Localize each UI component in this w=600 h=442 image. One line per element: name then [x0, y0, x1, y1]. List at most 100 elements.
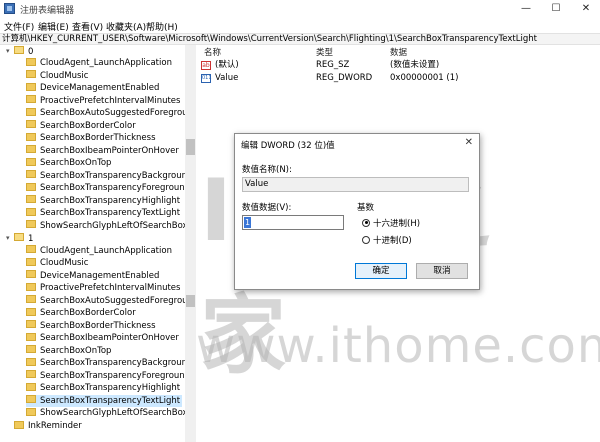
value-data-text: 1 [244, 217, 251, 228]
tree-item[interactable]: ShowSearchGlyphLeftOfSearchBox [26, 407, 188, 420]
column-header-name[interactable]: 名称 [204, 46, 221, 58]
minimize-button[interactable]: — [511, 0, 541, 18]
scroll-thumb[interactable] [186, 295, 195, 307]
cancel-button[interactable]: 取消 [416, 263, 468, 279]
tree-item[interactable]: SearchBoxOnTop [26, 345, 111, 358]
edit-dword-dialog[interactable]: 编辑 DWORD (32 位)值 ✕ 数值名称(N): Value 数值数据(V… [234, 133, 480, 290]
tree-item-selected[interactable]: SearchBoxTransparencyTextLight [26, 394, 183, 407]
folder-icon [26, 170, 36, 178]
tree-node-1[interactable]: ▾ 1 [6, 232, 33, 245]
tree-item[interactable]: CloudMusic [26, 257, 88, 270]
folder-icon [26, 70, 36, 78]
tree-item[interactable]: SearchBoxTransparencyBackground [26, 170, 192, 183]
value-name-label: 数值名称(N): [242, 165, 292, 175]
close-button[interactable]: ✕ [571, 0, 600, 18]
tree-item[interactable]: SearchBoxTransparencyHighlight [26, 382, 180, 395]
tree-item[interactable]: ShowSearchGlyphLeftOfSearchBox [26, 220, 188, 233]
menu-file[interactable]: 文件(F) [4, 20, 34, 33]
tree-scrollbar[interactable] [185, 45, 196, 442]
dialog-close-icon[interactable]: ✕ [465, 137, 473, 148]
menu-edit[interactable]: 编辑(E) [38, 20, 69, 33]
radio-unchecked-icon[interactable] [362, 235, 370, 244]
tree-item[interactable]: SearchBoxTransparencyHighlight [26, 195, 180, 208]
tree-item[interactable]: SearchBoxBorderThickness [26, 132, 156, 145]
folder-icon [26, 157, 36, 166]
tree-item[interactable]: SearchBoxTransparencyForeground [26, 182, 190, 195]
value-row-value[interactable]: 011 Value REG_DWORD 0x00000001 (1) [201, 72, 597, 85]
tree-item[interactable]: SearchBoxTransparencyForeground [26, 370, 190, 383]
tree-item[interactable]: SearchBoxAutoSuggestedForegroundCo [26, 295, 195, 308]
tree-item[interactable]: SearchBoxAutoSuggestedForegroundCo [26, 107, 195, 120]
folder-icon [26, 345, 36, 353]
folder-icon [26, 320, 36, 328]
tree-item[interactable]: ProactivePrefetchIntervalMinutes [26, 282, 180, 295]
tree-node-inkreminder[interactable]: InkReminder [6, 420, 82, 433]
folder-icon [26, 182, 36, 191]
value-name-field[interactable]: Value [242, 177, 469, 192]
folder-icon [26, 57, 36, 66]
folder-open-icon [14, 233, 24, 242]
window-title: 注册表编辑器 [20, 6, 75, 16]
tree-item[interactable]: CloudMusic [26, 70, 88, 83]
folder-icon [26, 82, 36, 91]
folder-icon [26, 282, 36, 291]
value-row-default[interactable]: ab (默认) REG_SZ (数值未设置) [201, 59, 597, 72]
folder-icon [26, 332, 36, 341]
tree-item[interactable]: SearchBoxIbeamPointerOnHover [26, 332, 179, 345]
folder-icon [26, 145, 36, 153]
folder-icon [26, 395, 36, 403]
address-path[interactable]: 计算机\HKEY_CURRENT_USER\Software\Microsoft… [2, 34, 537, 44]
column-header-data[interactable]: 数据 [390, 46, 407, 58]
folder-icon [26, 120, 36, 128]
folder-icon [26, 382, 36, 391]
folder-icon [26, 357, 36, 366]
binary-value-icon: 011 [201, 74, 212, 83]
menu-view[interactable]: 查看(V) [72, 20, 103, 33]
collapse-icon[interactable]: ▾ [6, 45, 14, 58]
tree-item[interactable]: ProactivePrefetchIntervalMinutes [26, 95, 180, 108]
tree-item[interactable]: SearchBoxBorderColor [26, 307, 136, 320]
scroll-thumb[interactable] [186, 139, 195, 155]
registry-tree[interactable]: ▾ 0 CloudAgent_LaunchApplication CloudMus… [0, 45, 196, 442]
folder-icon [26, 407, 36, 416]
folder-icon [26, 195, 36, 203]
tree-item[interactable]: CloudAgent_LaunchApplication [26, 245, 172, 258]
tree-node-0[interactable]: ▾ 0 [6, 45, 33, 58]
regedit-app-icon [4, 3, 15, 14]
dialog-title: 编辑 DWORD (32 位)值 [241, 141, 335, 151]
menu-help[interactable]: 帮助(H) [146, 20, 178, 33]
folder-icon [26, 107, 36, 116]
tree-item[interactable]: SearchBoxTransparencyBackground [26, 357, 192, 370]
address-bar[interactable]: 计算机\HKEY_CURRENT_USER\Software\Microsoft… [0, 33, 600, 45]
radio-checked-icon[interactable] [362, 218, 370, 227]
value-data-label: 数值数据(V): [242, 203, 292, 213]
string-value-icon: ab [201, 61, 211, 70]
menu-favorites[interactable]: 收藏夹(A) [106, 20, 146, 33]
folder-icon [26, 95, 36, 103]
radio-hex[interactable]: 十六进制(H) [362, 217, 420, 229]
tree-item[interactable]: SearchBoxBorderThickness [26, 320, 156, 333]
radio-decimal[interactable]: 十进制(D) [362, 234, 412, 246]
tree-item[interactable]: DeviceManagementEnabled [26, 270, 159, 283]
ok-button[interactable]: 确定 [355, 263, 407, 279]
value-data-field[interactable]: 1 [242, 215, 344, 230]
maximize-button[interactable]: ☐ [541, 0, 571, 18]
menu-bar: 文件(F) 编辑(E) 查看(V) 收藏夹(A) 帮助(H) [0, 18, 600, 33]
tree-item[interactable]: SearchBoxIbeamPointerOnHover [26, 145, 179, 158]
folder-icon [26, 295, 36, 303]
tree-item[interactable]: DeviceManagementEnabled [26, 82, 159, 95]
folder-icon [26, 132, 36, 141]
folder-icon [26, 207, 36, 216]
folder-icon [26, 370, 36, 378]
title-bar: 注册表编辑器 — ☐ ✕ [0, 0, 600, 18]
tree-item[interactable]: SearchBoxTransparencyTextLight [26, 207, 180, 220]
folder-icon [26, 245, 36, 253]
column-header-type[interactable]: 类型 [316, 46, 333, 58]
folder-icon [26, 220, 36, 228]
tree-item[interactable]: SearchBoxBorderColor [26, 120, 136, 133]
collapse-icon[interactable]: ▾ [6, 232, 14, 245]
base-label: 基数 [357, 203, 375, 213]
tree-item[interactable]: CloudAgent_LaunchApplication [26, 57, 172, 70]
folder-open-icon [14, 46, 24, 55]
tree-item[interactable]: SearchBoxOnTop [26, 157, 111, 170]
